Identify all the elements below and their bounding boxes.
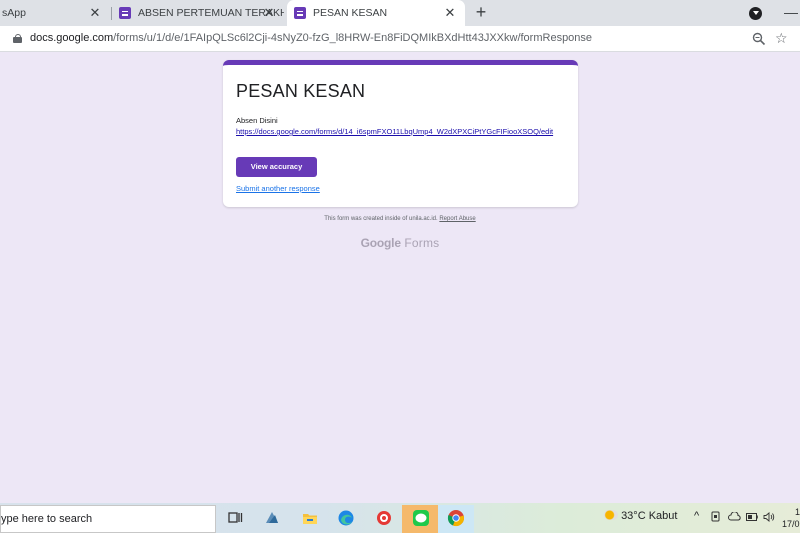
volume-icon[interactable] — [763, 512, 775, 522]
close-tab-icon[interactable]: ✕ — [443, 6, 457, 20]
tab-absen-pertemuan-terakhir[interactable]: ABSEN PERTEMUAN TERAKHIR ✕ — [112, 0, 284, 26]
weather-icon — [604, 510, 618, 520]
onedrive-cloud-icon[interactable] — [728, 512, 741, 521]
app-red-icon[interactable] — [375, 509, 393, 527]
weather-description: Kabut — [648, 510, 678, 522]
clock-time: 1 — [795, 507, 800, 517]
tab-label: sApp — [2, 7, 26, 19]
forms-wordmark: Forms — [404, 236, 440, 250]
submit-another-response-link[interactable]: Submit another response — [236, 184, 320, 193]
google-forms-favicon-icon — [119, 7, 131, 19]
zoom-icon[interactable] — [752, 32, 766, 46]
form-footer-note: This form was created inside of unila.ac… — [0, 216, 800, 222]
task-view-icon[interactable] — [226, 509, 244, 527]
weather-widget[interactable]: 33°C Kabut — [604, 510, 677, 522]
taskbar-search-input[interactable]: ype here to search — [0, 505, 216, 533]
bookmark-star-icon[interactable]: ☆ — [775, 30, 788, 47]
confirmation-link[interactable]: https://docs.google.com/forms/d/14_i6spm… — [236, 127, 571, 137]
minimize-window-button[interactable]: — — [784, 4, 798, 20]
weather-temperature: 33°C — [621, 510, 646, 522]
google-forms-logo[interactable]: Google Forms — [0, 236, 800, 250]
widgets-icon[interactable] — [263, 509, 281, 527]
edge-browser-icon[interactable] — [337, 509, 355, 527]
form-title: PESAN KESAN — [236, 81, 366, 101]
close-tab-icon[interactable]: ✕ — [262, 6, 276, 20]
system-clock[interactable]: 1 17/0 — [782, 506, 800, 530]
line-messenger-icon — [413, 510, 429, 526]
chrome-browser-icon — [447, 510, 464, 527]
tab-label: PESAN KESAN — [313, 7, 388, 19]
url-path: /forms/u/1/d/e/1FAIpQLSc6l2Cji-4sNyZ0-fz… — [113, 32, 593, 44]
google-wordmark: Google — [360, 236, 401, 250]
close-tab-icon[interactable]: ✕ — [88, 6, 102, 20]
taskbar-chrome-active[interactable] — [438, 505, 474, 533]
taskbar-active-app[interactable] — [402, 505, 438, 533]
form-confirmation-card: PESAN KESAN Absen Disini https://docs.go… — [223, 60, 578, 207]
tab-pesan-kesan-active[interactable]: PESAN KESAN ✕ — [287, 0, 465, 26]
tab-whatsapp[interactable]: sApp ✕ — [0, 0, 110, 26]
url-field[interactable]: docs.google.com/forms/u/1/d/e/1FAIpQLSc6… — [30, 32, 592, 44]
windows-taskbar: ype here to search — [0, 503, 800, 533]
confirmation-message: Absen Disini — [236, 116, 278, 125]
tray-overflow-chevron-icon[interactable]: ^ — [694, 510, 699, 522]
report-abuse-link[interactable]: Report Abuse — [439, 216, 475, 222]
new-tab-button[interactable]: + — [472, 3, 490, 21]
lock-icon[interactable] — [13, 34, 22, 43]
footer-note-text: This form was created inside of unila.ac… — [324, 216, 438, 222]
file-explorer-icon[interactable] — [301, 509, 319, 527]
meet-now-icon[interactable] — [711, 511, 722, 522]
google-forms-favicon-icon — [294, 7, 306, 19]
url-host: docs.google.com — [30, 32, 114, 44]
browser-tab-strip: sApp ✕ ABSEN PERTEMUAN TERAKHIR ✕ PESAN … — [0, 0, 800, 26]
clock-date: 17/0 — [782, 519, 800, 529]
tab-search-icon[interactable] — [749, 7, 762, 20]
view-accuracy-button[interactable]: View accuracy — [236, 157, 317, 177]
battery-icon[interactable] — [746, 513, 758, 521]
address-bar: docs.google.com/forms/u/1/d/e/1FAIpQLSc6… — [0, 26, 800, 52]
